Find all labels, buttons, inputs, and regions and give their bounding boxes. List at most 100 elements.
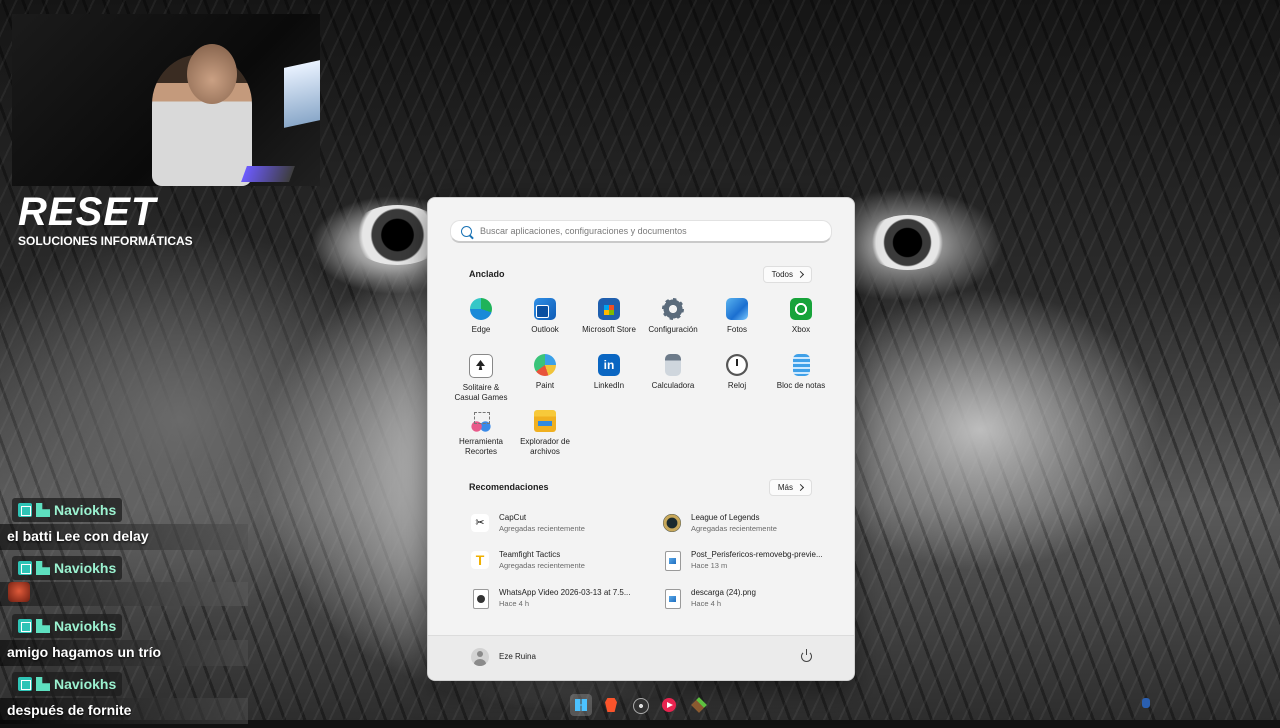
obs-icon	[633, 698, 649, 714]
more-label: Más	[777, 483, 793, 492]
chat-message: Naviokhs amigo hagamos un trío	[0, 614, 248, 666]
league-of-legends-icon	[663, 514, 681, 532]
media-player-taskbar-button[interactable]	[658, 694, 680, 716]
microphone-tray-icon[interactable]	[1142, 698, 1150, 708]
media-player-icon	[662, 698, 676, 712]
chat-username: Naviokhs	[54, 560, 117, 576]
start-menu: Anclado Todos Edge Outlook Microsoft Sto…	[427, 197, 855, 681]
pinned-app-linkedin[interactable]: in LinkedIn	[578, 354, 640, 391]
user-avatar[interactable]	[471, 648, 489, 666]
recommended-item[interactable]: WhatsApp Video 2026-03-13 at 7.5... Hace…	[471, 588, 651, 609]
more-button[interactable]: Más	[768, 479, 812, 496]
chat-emote-row	[0, 582, 248, 606]
minecraft-icon	[691, 697, 707, 713]
recommended-title: League of Legends	[691, 513, 760, 522]
app-label: LinkedIn	[593, 381, 625, 390]
brand-subtitle: SOLUCIONES INFORMÁTICAS	[18, 234, 193, 248]
recommended-item[interactable]: descarga (24).png Hace 4 h	[663, 588, 843, 609]
chat-text: amigo hagamos un trío	[0, 640, 248, 666]
pinned-app-xbox[interactable]: Xbox	[770, 298, 832, 335]
recommended-subtitle: Agregadas recientemente	[499, 561, 585, 570]
app-label: Microsoft Store	[582, 325, 636, 334]
mod-badge-icon	[36, 619, 50, 633]
capcut-icon: ✂	[471, 514, 489, 532]
pinned-app-notepad[interactable]: Bloc de notas	[770, 354, 832, 391]
app-label: Edge	[471, 325, 491, 334]
chat-username-badge: Naviokhs	[12, 556, 123, 580]
app-label: Paint	[535, 381, 555, 390]
start-menu-footer: Eze Ruina	[428, 635, 854, 680]
pinned-app-clock[interactable]: Reloj	[706, 354, 768, 391]
windows-logo-icon	[575, 699, 587, 711]
recommended-item[interactable]: League of Legends Agregadas recientement…	[663, 513, 843, 533]
app-label: Calculadora	[651, 381, 695, 390]
user-name[interactable]: Eze Ruina	[499, 652, 536, 661]
file-explorer-icon	[534, 410, 556, 432]
search-box[interactable]	[450, 220, 832, 243]
chevron-right-icon	[796, 483, 805, 492]
video-file-icon	[473, 589, 489, 609]
photos-icon	[726, 298, 748, 320]
pinned-app-settings[interactable]: Configuración	[642, 298, 704, 335]
start-button[interactable]	[570, 694, 592, 716]
app-label: Solitaire & Casual Games	[454, 383, 508, 402]
edge-icon	[470, 298, 492, 320]
pinned-app-edge[interactable]: Edge	[450, 298, 512, 335]
subscriber-badge-icon	[18, 561, 32, 575]
app-label: Reloj	[727, 381, 747, 390]
recommended-item[interactable]: T Teamfight Tactics Agregadas recienteme…	[471, 550, 651, 570]
background-monitor	[284, 60, 320, 128]
obs-taskbar-button[interactable]	[629, 694, 651, 716]
chat-username-badge: Naviokhs	[12, 498, 123, 522]
app-label: Herramienta Recortes	[458, 437, 503, 456]
teamfight-tactics-icon: T	[471, 551, 489, 569]
wallpaper-eye-right	[865, 215, 950, 270]
rgb-keyboard	[241, 166, 295, 182]
chat-message: Naviokhs el batti Lee con delay	[0, 498, 248, 550]
pinned-app-snipping-tool[interactable]: Herramienta Recortes	[450, 410, 512, 457]
subscriber-badge-icon	[18, 619, 32, 633]
recommended-title: Post_Perisfericos-removebg-previe...	[691, 550, 823, 559]
snipping-tool-icon	[470, 410, 492, 432]
app-label: Explorador de archivos	[520, 437, 570, 456]
app-label: Fotos	[726, 325, 747, 334]
recommended-subtitle: Agregadas recientemente	[691, 524, 777, 533]
calculator-icon	[665, 354, 681, 376]
subscriber-badge-icon	[18, 677, 32, 691]
recommended-item[interactable]: ✂ CapCut Agregadas recientemente	[471, 513, 651, 533]
mod-badge-icon	[36, 677, 50, 691]
image-file-icon	[665, 551, 681, 571]
chevron-right-icon	[796, 270, 805, 279]
clock-icon	[726, 354, 748, 376]
mod-badge-icon	[36, 561, 50, 575]
pinned-app-paint[interactable]: Paint	[514, 354, 576, 391]
pinned-app-solitaire[interactable]: Solitaire & Casual Games	[450, 354, 512, 403]
power-icon[interactable]	[801, 649, 812, 662]
recommended-title: WhatsApp Video 2026-03-13 at 7.5...	[499, 588, 631, 597]
pinned-app-file-explorer[interactable]: Explorador de archivos	[514, 410, 576, 457]
webcam-overlay	[12, 14, 320, 186]
recommended-item[interactable]: Post_Perisfericos-removebg-previe... Hac…	[663, 550, 843, 571]
pinned-app-store[interactable]: Microsoft Store	[578, 298, 640, 335]
minecraft-taskbar-button[interactable]	[688, 694, 710, 716]
paint-icon	[534, 354, 556, 376]
pinned-app-photos[interactable]: Fotos	[706, 298, 768, 335]
all-apps-button[interactable]: Todos	[762, 266, 812, 283]
xbox-icon	[790, 298, 812, 320]
solitaire-icon	[469, 354, 493, 378]
pinned-app-outlook[interactable]: Outlook	[514, 298, 576, 335]
search-input[interactable]	[480, 226, 820, 236]
recommended-subtitle: Agregadas recientemente	[499, 524, 585, 533]
brand-logo: RESET SOLUCIONES INFORMÁTICAS	[18, 192, 193, 248]
recommended-title: CapCut	[499, 513, 527, 522]
recommended-subtitle: Hace 13 m	[691, 561, 728, 570]
app-label: Xbox	[791, 325, 811, 334]
brand-title: RESET	[18, 190, 157, 234]
streamer-head	[187, 44, 237, 104]
chat-text: el batti Lee con delay	[0, 524, 248, 550]
recommended-subtitle: Hace 4 h	[691, 599, 722, 608]
chat-username: Naviokhs	[54, 502, 117, 518]
pinned-app-calculator[interactable]: Calculadora	[642, 354, 704, 391]
brave-taskbar-button[interactable]	[600, 694, 622, 716]
app-label: Configuración	[648, 325, 698, 334]
